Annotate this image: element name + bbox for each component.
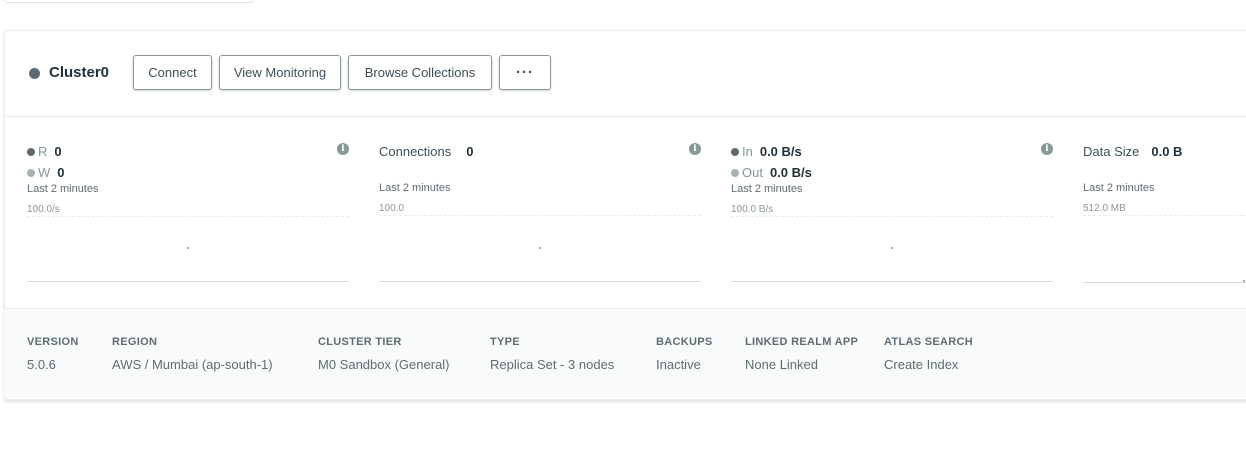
chart-max-line [731, 216, 1053, 217]
view-monitoring-button[interactable]: View Monitoring [219, 55, 341, 90]
sparkline-point [187, 247, 189, 249]
metric-period: Last 2 minutes [1083, 182, 1155, 194]
chart-baseline [1083, 282, 1246, 283]
info-icon[interactable]: i [689, 143, 701, 155]
chart-baseline [27, 281, 349, 282]
metric-network-out: Out 0.0 B/s [731, 165, 812, 181]
metric-network[interactable]: In 0.0 B/s Out 0.0 B/s i Last 2 minutes 10… [731, 115, 1053, 285]
chart-max-line [27, 216, 349, 217]
metric-connections[interactable]: Connections 0 i Last 2 minutes 100.0 [379, 115, 701, 285]
more-options-button[interactable]: ··· [499, 55, 551, 90]
data-size-row: Data Size 0.0 B [1083, 144, 1182, 160]
network-out-label: Out [742, 165, 763, 180]
create-index-link[interactable]: Create Index [884, 357, 973, 373]
data-size-value: 0.0 B [1151, 144, 1183, 159]
browse-collections-button[interactable]: Browse Collections [348, 55, 492, 90]
metric-period: Last 2 minutes [27, 183, 99, 195]
metric-data-size[interactable]: Data Size 0.0 B Last 2 minutes 512.0 MB [1083, 115, 1246, 285]
network-out-legend-dot [731, 169, 739, 177]
reads-value: 0 [54, 144, 62, 159]
chart-max-line [1083, 215, 1246, 216]
writes-value: 0 [57, 165, 65, 180]
metric-writes: W0 [27, 165, 65, 181]
previous-panel-edge [4, 0, 254, 3]
cluster-status-indicator [29, 68, 40, 79]
network-in-legend-dot [731, 148, 739, 156]
reads-legend-dot [27, 148, 35, 156]
metric-period: Last 2 minutes [731, 183, 803, 195]
metric-scale: 512.0 MB [1083, 203, 1126, 214]
writes-legend-dot [27, 169, 35, 177]
writes-label: W [38, 165, 51, 180]
info-icon[interactable]: i [1041, 143, 1053, 155]
sparkline-point [891, 247, 893, 249]
info-icon[interactable]: i [337, 143, 349, 155]
network-in-label: In [742, 144, 753, 159]
reads-label: R [38, 144, 48, 159]
cluster-card-header: Cluster0 Connect View Monitoring Browse … [5, 31, 1246, 117]
cluster-name[interactable]: Cluster0 [49, 63, 109, 83]
connections-row: Connections 0 [379, 144, 474, 160]
sparkline-point [539, 247, 541, 249]
connections-label: Connections [379, 144, 452, 159]
metric-period: Last 2 minutes [379, 182, 451, 194]
connect-button[interactable]: Connect [133, 55, 212, 90]
data-size-label: Data Size [1083, 144, 1140, 159]
metric-operations[interactable]: R0 W0 i Last 2 minutes 100.0/s [27, 115, 349, 285]
metric-network-in: In 0.0 B/s [731, 144, 802, 160]
chart-baseline [731, 281, 1053, 282]
metric-scale: 100.0 [379, 203, 405, 214]
connections-value: 0 [466, 144, 474, 159]
network-out-value: 0.0 B/s [769, 165, 812, 180]
chart-max-line [379, 215, 701, 216]
metric-reads: R0 [27, 144, 62, 160]
metric-scale: 100.0 B/s [731, 204, 774, 215]
network-in-value: 0.0 B/s [759, 144, 802, 159]
chart-baseline [379, 281, 701, 282]
metric-scale: 100.0/s [27, 204, 60, 215]
